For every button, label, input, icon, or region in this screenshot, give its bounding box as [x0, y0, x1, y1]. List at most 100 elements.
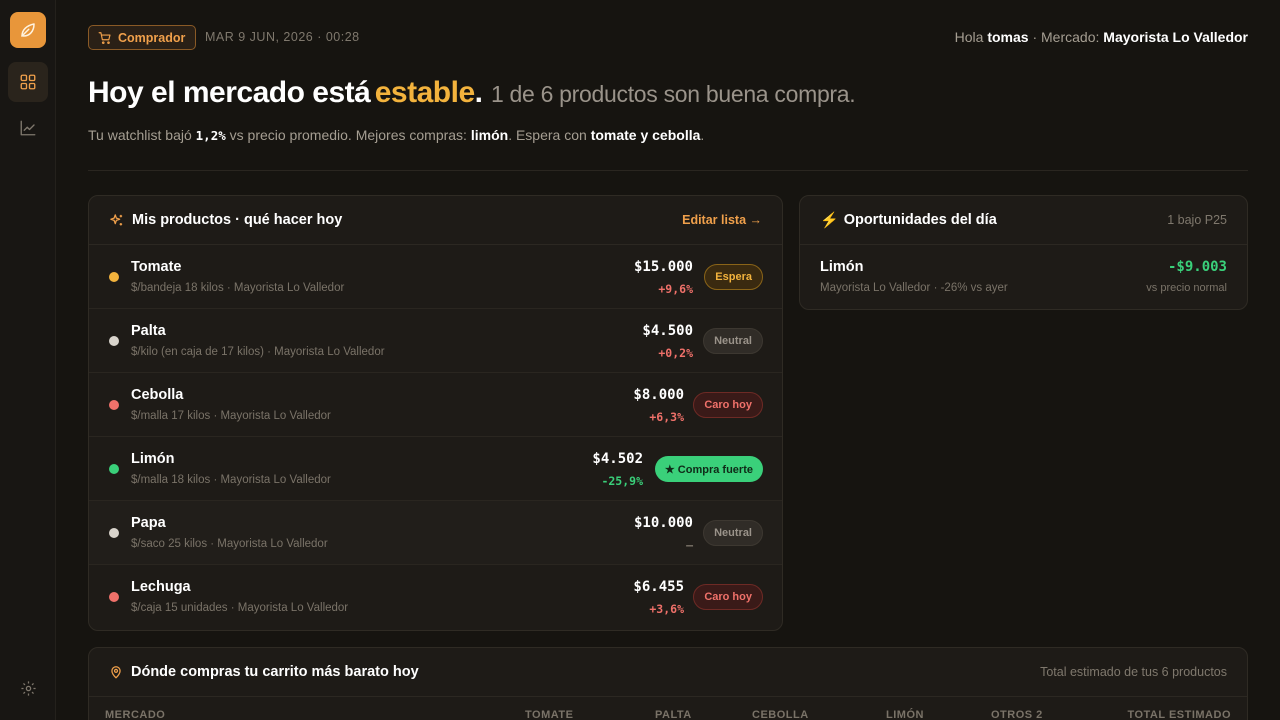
column-header[interactable]: CEBOLLA [752, 709, 809, 720]
summary-percent: 1,2% [195, 128, 226, 143]
status-dot [109, 400, 119, 410]
dashboard-grid-icon [20, 74, 36, 90]
product-row[interactable]: Limón $/malla 18 kilos · Mayorista Lo Va… [89, 437, 782, 501]
trend-chart-icon [20, 120, 36, 136]
hero-headline: Hoy el mercado está estable. 1 de 6 prod… [88, 76, 856, 110]
product-delta: +3,6% [649, 602, 684, 616]
edit-list-link[interactable]: Editar lista → [682, 213, 762, 227]
summary-best: limón [470, 127, 509, 143]
market-name[interactable]: Mayorista Lo Valledor [1103, 29, 1248, 45]
opportunity-note: vs precio normal [1146, 282, 1227, 294]
watchlist-summary: Tu watchlist bajó 1,2% vs precio promedi… [88, 127, 704, 143]
summary-text: . Espera con [508, 127, 587, 143]
cart-card: Dónde compras tu carrito más barato hoy … [88, 647, 1248, 720]
status-dot [109, 528, 119, 538]
sparkles-icon [110, 213, 123, 225]
cart-card-title: Dónde compras tu carrito más barato hoy [131, 664, 419, 680]
product-name: Tomate [131, 259, 182, 275]
hero-subtitle: 1 de 6 productos son buena compra. [490, 81, 856, 107]
product-row[interactable]: Palta $/kilo (en caja de 17 kilos) · May… [89, 309, 782, 373]
product-name: Limón [131, 451, 175, 467]
products-card-header: Mis productos · qué hacer hoy Editar lis… [89, 196, 782, 245]
column-header[interactable]: OTROS 2 [991, 709, 1043, 720]
cart-card-header: Dónde compras tu carrito más barato hoy … [89, 648, 1247, 697]
status-badge: Caro hoy [693, 392, 763, 418]
status-dot [109, 464, 119, 474]
opportunities-card: ⚡ Oportunidades del día 1 bajo P25 Limón… [799, 195, 1248, 310]
product-row[interactable]: Lechuga $/caja 15 unidades · Mayorista L… [89, 565, 782, 629]
status-badge: Espera [704, 264, 763, 290]
greeting-prefix: Hola [954, 29, 984, 45]
product-unit: $/malla 17 kilos · Mayorista Lo Valledor [131, 410, 331, 422]
product-delta: +6,3% [649, 410, 684, 424]
column-header[interactable]: LIMÓN [886, 709, 924, 720]
product-delta: -25,9% [601, 474, 643, 488]
role-label: Comprador [118, 30, 186, 45]
app-logo[interactable] [10, 12, 46, 48]
leaf-icon [21, 23, 35, 37]
product-name: Palta [131, 323, 166, 339]
market-state: estable [374, 76, 475, 109]
product-unit: $/bandeja 18 kilos · Mayorista Lo Valled… [131, 282, 345, 294]
column-header[interactable]: TOMATE [525, 709, 573, 720]
nav-dashboard[interactable] [8, 62, 48, 102]
product-unit: $/malla 18 kilos · Mayorista Lo Valledor [131, 474, 331, 486]
divider [88, 170, 1248, 171]
product-price: $15.000 [633, 259, 693, 275]
current-date: MAR 9 JUN, 2026 · 00:28 [205, 30, 360, 44]
summary-text: Tu watchlist bajó [88, 127, 192, 143]
cart-card-note: Total estimado de tus 6 productos [1040, 665, 1227, 679]
status-dot [109, 336, 119, 346]
user-name: tomas [987, 29, 1029, 45]
nav-settings[interactable] [8, 668, 48, 708]
product-row[interactable]: Tomate $/bandeja 18 kilos · Mayorista Lo… [89, 245, 782, 309]
summary-text: . [700, 127, 705, 143]
status-dot [109, 272, 119, 282]
top-bar: Comprador MAR 9 JUN, 2026 · 00:28 Hola t… [88, 25, 1248, 50]
product-name: Cebolla [131, 387, 184, 403]
status-badge: Neutral [703, 328, 763, 354]
product-delta: +0,2% [658, 346, 693, 360]
products-card: Mis productos · qué hacer hoy Editar lis… [88, 195, 783, 631]
main-content: Comprador MAR 9 JUN, 2026 · 00:28 Hola t… [88, 0, 1248, 720]
status-badge: Neutral [703, 520, 763, 546]
hero-title-suffix: . [474, 76, 483, 109]
product-price: $10.000 [633, 515, 693, 531]
products-card-title: Mis productos · qué hacer hoy [132, 212, 343, 228]
cart-icon [98, 31, 111, 44]
role-button[interactable]: Comprador [88, 25, 197, 50]
status-dot [109, 592, 119, 602]
opportunity-savings: -$9.003 [1167, 259, 1227, 275]
opportunities-card-title: Oportunidades del día [843, 212, 997, 228]
product-price: $4.500 [642, 323, 693, 339]
product-price: $4.502 [592, 451, 643, 467]
product-delta: +9,6% [658, 282, 693, 296]
product-name: Papa [131, 515, 166, 531]
product-price: $8.000 [633, 387, 684, 403]
product-row[interactable]: Papa $/saco 25 kilos · Mayorista Lo Vall… [89, 501, 782, 565]
product-delta: — [686, 538, 693, 552]
gear-icon [20, 680, 36, 696]
status-badge: Caro hoy [693, 584, 763, 610]
status-badge: ★ Compra fuerte [654, 456, 763, 482]
product-name: Lechuga [131, 579, 191, 595]
product-unit: $/kilo (en caja de 17 kilos) · Mayorista… [131, 346, 385, 358]
product-row[interactable]: Cebolla $/malla 17 kilos · Mayorista Lo … [89, 373, 782, 437]
lightning-icon: ⚡ [820, 212, 839, 229]
nav-trends[interactable] [8, 108, 48, 148]
side-rail [0, 0, 56, 720]
column-header[interactable]: PALTA [655, 709, 692, 720]
opportunities-count: 1 bajo P25 [1167, 213, 1227, 227]
product-unit: $/saco 25 kilos · Mayorista Lo Valledor [131, 538, 328, 550]
column-header[interactable]: MERCADO [105, 709, 165, 720]
product-unit: $/caja 15 unidades · Mayorista Lo Valled… [131, 602, 349, 614]
market-label: · Mercado: [1032, 29, 1100, 45]
opportunity-desc: Mayorista Lo Valledor · -26% vs ayer [820, 282, 1008, 294]
opportunity-name: Limón [820, 259, 864, 275]
greeting: Hola tomas · Mercado: Mayorista Lo Valle… [955, 29, 1248, 45]
column-header[interactable]: TOTAL ESTIMADO [1127, 709, 1231, 720]
product-price: $6.455 [633, 579, 684, 595]
opportunities-card-header: ⚡ Oportunidades del día 1 bajo P25 [800, 196, 1247, 245]
hero-title-prefix: Hoy el mercado está [88, 76, 371, 109]
location-pin-icon [111, 666, 121, 679]
